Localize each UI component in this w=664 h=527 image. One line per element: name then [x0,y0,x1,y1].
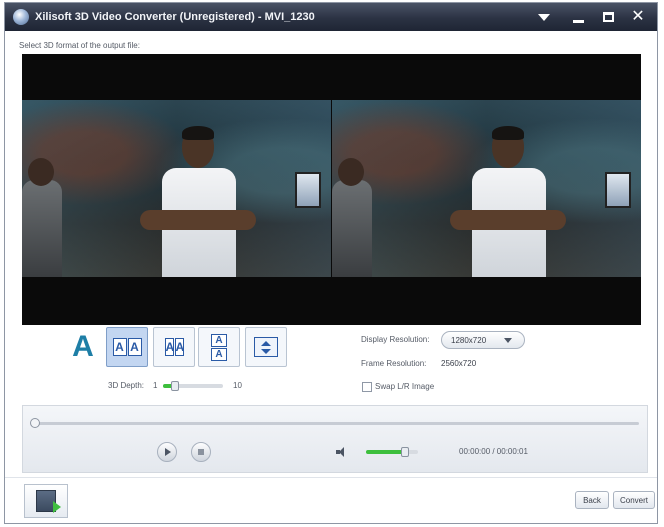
stop-icon [198,449,204,455]
play-icon [165,448,171,456]
depth-slider-thumb[interactable] [171,381,179,391]
display-resolution-label: Display Resolution: [361,335,430,344]
mode-anaglyph-label: A [72,330,94,363]
minimize-icon [572,19,584,23]
side-by-side-icon: AA [112,338,142,356]
depth-label: 3D Depth: [108,381,145,390]
display-resolution-value: 1280x720 [451,335,487,345]
mode-side-by-side-half-button[interactable]: AA [153,327,195,367]
minimize-button[interactable] [567,8,589,26]
format-instruction: Select 3D format of the output file: [19,41,140,50]
display-resolution-select[interactable]: 1280x720 [441,331,525,349]
menu-dropdown-button[interactable] [533,8,555,26]
film-export-icon [36,490,61,513]
close-icon: ✕ [631,8,645,25]
video-preview [22,54,641,325]
preview-frame-right [332,100,641,277]
depth-min-value: 1 [153,381,158,390]
chevron-down-icon [538,13,550,21]
swap-lr-label: Swap L/R Image [375,382,435,391]
seek-bar[interactable] [35,422,639,425]
mode-side-by-side-button[interactable]: AA [106,327,148,367]
mode-swap-button[interactable] [245,327,287,367]
seek-thumb[interactable] [30,418,40,428]
stop-button[interactable] [191,442,211,462]
frame-resolution-value: 2560x720 [441,359,477,368]
app-logo-icon [13,9,29,25]
back-button[interactable]: Back [575,491,609,509]
playback-time: 00:00:00 / 00:00:01 [459,447,528,456]
maximize-icon [602,12,614,22]
volume-slider[interactable] [366,447,418,457]
frame-resolution-label: Frame Resolution: [361,359,427,368]
depth-slider[interactable] [163,381,223,391]
maximize-button[interactable] [597,8,619,26]
swap-lr-checkbox[interactable] [362,382,372,392]
volume-slider-fill [366,450,405,454]
playback-panel: 00:00:00 / 00:00:01 [22,405,648,473]
volume-icon[interactable] [336,446,350,458]
export-button[interactable] [24,484,68,518]
swap-arrows-icon [254,337,278,357]
window-title: Xilisoft 3D Video Converter (Unregistere… [35,11,315,23]
volume-slider-thumb[interactable] [401,447,409,457]
preview-frame-left [22,100,331,277]
top-and-bottom-icon: AA [211,333,227,361]
side-by-side-half-icon: AA [164,338,185,356]
depth-max-value: 10 [233,381,242,390]
mode-anaglyph-button[interactable]: A [62,327,104,367]
play-button[interactable] [157,442,177,462]
footer-divider [5,477,657,478]
close-button[interactable]: ✕ [627,8,649,26]
title-bar[interactable]: Xilisoft 3D Video Converter (Unregistere… [5,3,657,31]
convert-button[interactable]: Convert [613,491,655,509]
app-window: Xilisoft 3D Video Converter (Unregistere… [4,2,658,524]
mode-top-and-bottom-button[interactable]: AA [198,327,240,367]
chevron-down-icon [504,337,512,343]
